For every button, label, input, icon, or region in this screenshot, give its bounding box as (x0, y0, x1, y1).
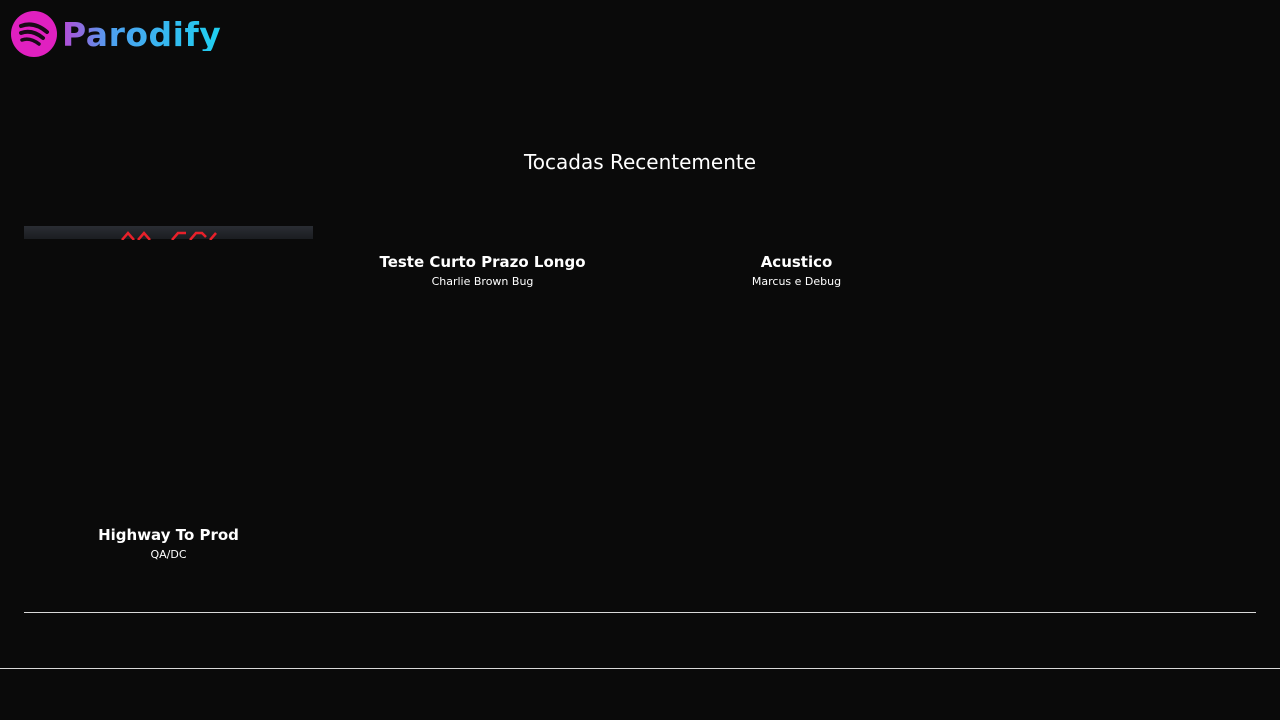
track-card-teste-curto-prazo-longo[interactable]: Teste Curto Prazo Longo Charlie Brown Bu… (338, 226, 627, 289)
footer-divider (0, 668, 1280, 669)
track-title: Teste Curto Prazo Longo (379, 253, 586, 271)
track-artist: Charlie Brown Bug (431, 275, 534, 288)
app-name[interactable]: Parodify (62, 18, 221, 51)
track-title: Highway To Prod (98, 526, 239, 544)
band-logo-icon (121, 231, 217, 240)
track-card-highway-to-prod[interactable]: Highway To Prod QA/DC (24, 226, 313, 562)
recently-played-title: Tocadas Recentemente (523, 150, 757, 174)
track-artist: Marcus e Debug (751, 275, 842, 288)
track-card-acustico[interactable]: Acustico Marcus e Debug (652, 226, 941, 289)
app-root: Parodify Tocadas Recentemente Highway To… (0, 0, 1280, 720)
track-artist: QA/DC (150, 548, 187, 561)
parodify-logo-icon[interactable] (10, 10, 58, 58)
app-header: Parodify (10, 8, 221, 60)
track-title: Acustico (760, 253, 833, 271)
album-cover[interactable] (24, 226, 313, 515)
section-divider (24, 612, 1256, 613)
